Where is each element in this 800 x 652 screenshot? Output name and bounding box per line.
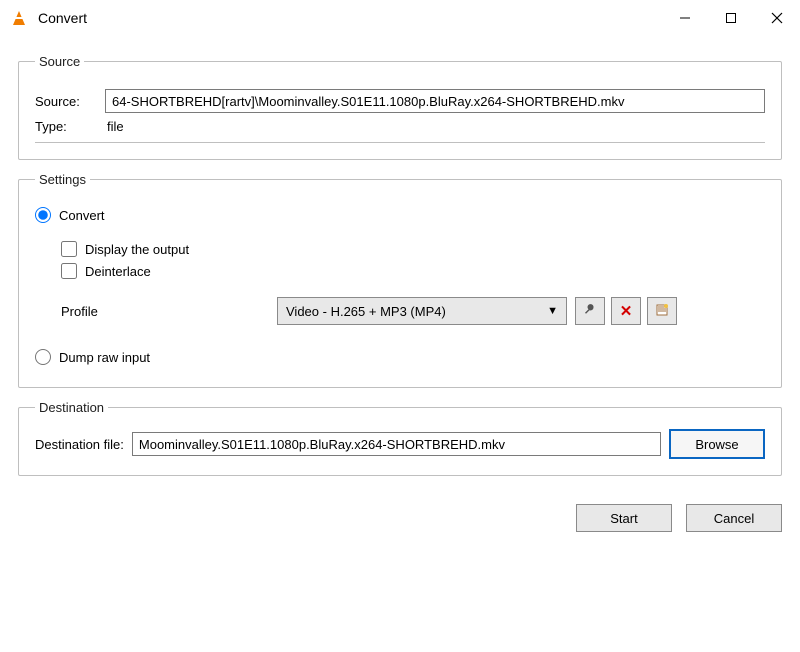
deinterlace-label: Deinterlace	[85, 264, 151, 279]
chevron-down-icon: ▼	[547, 305, 558, 317]
type-label: Type:	[35, 119, 105, 134]
dump-raw-label: Dump raw input	[59, 350, 150, 365]
source-label: Source:	[35, 94, 105, 109]
source-input[interactable]	[105, 89, 765, 113]
destination-input[interactable]	[132, 432, 661, 456]
browse-button[interactable]: Browse	[669, 429, 765, 459]
destination-group: Destination Destination file: Browse	[18, 400, 782, 476]
maximize-button[interactable]	[708, 0, 754, 36]
destination-label: Destination file:	[35, 437, 124, 452]
source-divider	[35, 142, 765, 143]
minimize-button[interactable]	[662, 0, 708, 36]
deinterlace-checkbox[interactable]	[61, 263, 77, 279]
source-legend: Source	[35, 54, 84, 69]
wrench-icon	[583, 303, 597, 320]
vlc-cone-icon	[10, 9, 28, 27]
start-button[interactable]: Start	[576, 504, 672, 532]
dialog-content: Source Source: Type: file Settings Conve…	[0, 36, 800, 498]
dialog-footer: Start Cancel	[0, 498, 800, 532]
dump-raw-radio[interactable]	[35, 349, 51, 365]
display-output-label: Display the output	[85, 242, 189, 257]
close-button[interactable]	[754, 0, 800, 36]
new-profile-icon	[655, 303, 669, 320]
settings-legend: Settings	[35, 172, 90, 187]
window-title: Convert	[38, 10, 87, 26]
titlebar: Convert	[0, 0, 800, 36]
display-output-checkbox[interactable]	[61, 241, 77, 257]
profile-combobox-value: Video - H.265 + MP3 (MP4)	[286, 304, 446, 319]
delete-x-icon: ✕	[620, 302, 633, 320]
convert-radio-label: Convert	[59, 208, 105, 223]
new-profile-button[interactable]	[647, 297, 677, 325]
delete-profile-button[interactable]: ✕	[611, 297, 641, 325]
convert-radio[interactable]	[35, 207, 51, 223]
profile-combobox[interactable]: Video - H.265 + MP3 (MP4) ▼	[277, 297, 567, 325]
profile-label: Profile	[61, 304, 277, 319]
edit-profile-button[interactable]	[575, 297, 605, 325]
destination-legend: Destination	[35, 400, 108, 415]
source-group: Source Source: Type: file	[18, 54, 782, 160]
cancel-button[interactable]: Cancel	[686, 504, 782, 532]
type-value: file	[105, 119, 124, 134]
settings-group: Settings Convert Display the output Dein…	[18, 172, 782, 388]
